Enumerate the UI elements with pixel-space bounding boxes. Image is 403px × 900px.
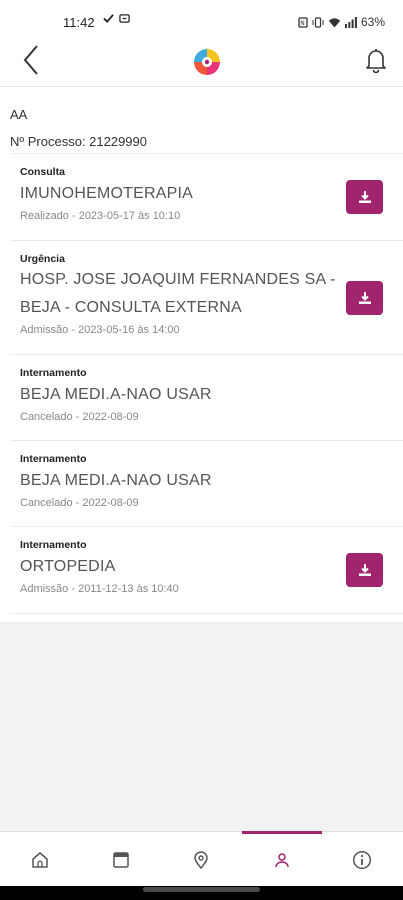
home-icon bbox=[32, 851, 48, 868]
episode-type: Internamento bbox=[20, 367, 87, 379]
episode-item[interactable]: Urgência HOSP. JOSE JOAQUIM FERNANDES SA… bbox=[10, 240, 403, 354]
episode-title: BEJA MEDI.A-NAO USAR bbox=[20, 472, 212, 489]
download-button[interactable] bbox=[346, 281, 383, 315]
episode-item[interactable]: Internamento BEJA MEDI.A-NAO USAR Cancel… bbox=[10, 440, 403, 526]
status-time: 11:42 bbox=[63, 15, 95, 30]
episode-type: Internamento bbox=[20, 539, 87, 551]
episode-item[interactable]: Consulta IMUNOHEMOTERAPIA Realizado - 20… bbox=[10, 153, 403, 240]
download-icon bbox=[358, 292, 371, 304]
nav-info[interactable] bbox=[322, 832, 402, 887]
episode-item[interactable]: Internamento BEJA MEDI.A-NAO USAR Cancel… bbox=[10, 354, 403, 440]
signal-icon bbox=[344, 16, 357, 28]
vibrate-icon bbox=[312, 16, 324, 28]
episode-meta: Cancelado - 2022-08-09 bbox=[20, 411, 139, 423]
episode-meta: Cancelado - 2022-08-09 bbox=[20, 497, 139, 509]
nav-home[interactable] bbox=[0, 832, 80, 887]
app-header bbox=[0, 44, 403, 86]
download-button[interactable] bbox=[346, 553, 383, 587]
process-number: Nº Processo: 21229990 bbox=[10, 134, 148, 149]
notifications-button[interactable] bbox=[361, 44, 391, 76]
episode-type: Internamento bbox=[20, 453, 87, 465]
episodes-panel: AA Nº Processo: 21229990 Consulta IMUNOH… bbox=[0, 86, 403, 622]
status-left-icons bbox=[103, 13, 131, 27]
check-icon bbox=[103, 14, 114, 24]
episode-item[interactable]: Internamento ORTOPEDIA Admissão - 2011-1… bbox=[10, 526, 403, 614]
download-icon bbox=[358, 191, 371, 203]
nav-location[interactable] bbox=[161, 832, 241, 887]
app-logo bbox=[193, 48, 221, 76]
status-right: N 63% bbox=[298, 15, 385, 29]
battery-percent: 63% bbox=[360, 15, 385, 29]
info-icon bbox=[352, 850, 372, 869]
patient-name: AA bbox=[10, 107, 28, 122]
gesture-handle[interactable] bbox=[143, 887, 260, 892]
svg-text:N: N bbox=[300, 20, 305, 27]
status-bar: 11:42 N 63% bbox=[0, 0, 403, 44]
nav-calendar[interactable] bbox=[81, 832, 161, 887]
episode-type: Urgência bbox=[20, 253, 65, 265]
episode-list: Consulta IMUNOHEMOTERAPIA Realizado - 20… bbox=[10, 153, 403, 614]
sync-icon bbox=[119, 14, 131, 23]
download-button[interactable] bbox=[346, 180, 383, 214]
nfc-icon: N bbox=[298, 16, 308, 28]
bottom-nav bbox=[0, 831, 403, 886]
back-button[interactable] bbox=[16, 44, 46, 76]
bell-icon bbox=[366, 49, 386, 73]
nav-profile[interactable] bbox=[242, 832, 322, 887]
user-icon bbox=[275, 852, 289, 867]
download-icon bbox=[358, 564, 371, 576]
wifi-icon bbox=[328, 17, 341, 27]
episode-title: BEJA MEDI.A-NAO USAR bbox=[20, 386, 212, 403]
location-pin-icon bbox=[194, 850, 208, 869]
episode-meta: Admissão - 2023-05-16 às 14:00 bbox=[20, 324, 180, 336]
chevron-left-icon bbox=[23, 45, 38, 75]
calendar-icon bbox=[113, 851, 129, 868]
episode-type: Consulta bbox=[20, 166, 65, 178]
